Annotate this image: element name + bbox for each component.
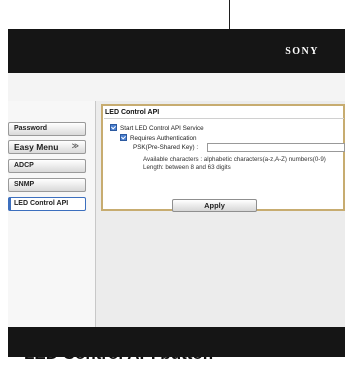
sidebar: Password Easy Menu ≫ ADCP SNMP LED Contr… <box>8 101 96 327</box>
start-service-checkbox[interactable] <box>110 124 117 131</box>
sidebar-item-password[interactable]: Password <box>8 122 86 136</box>
start-service-row: Start LED Control API Service <box>110 123 204 132</box>
psk-label: PSK(Pre-Shared Key) : <box>133 144 199 151</box>
start-service-label: Start LED Control API Service <box>120 125 204 132</box>
sidebar-item-led-control-api[interactable]: LED Control API <box>8 197 86 211</box>
sidebar-item-label: SNMP <box>14 181 35 188</box>
psk-input[interactable] <box>207 143 345 152</box>
browser-screen: SONY Password Easy Menu ≫ ADCP SNMP LED … <box>8 29 345 357</box>
sidebar-item-label: Easy Menu <box>14 142 59 152</box>
header-spacer <box>8 73 345 101</box>
chevron-double-icon: ≫ <box>71 143 79 150</box>
content-area: Password Easy Menu ≫ ADCP SNMP LED Contr… <box>8 101 345 327</box>
footer-bar <box>8 327 345 357</box>
length-note: Length: between 8 and 63 digits <box>143 164 231 171</box>
sidebar-item-snmp[interactable]: SNMP <box>8 178 86 192</box>
sidebar-item-adcp[interactable]: ADCP <box>8 159 86 173</box>
apply-button[interactable]: Apply <box>172 199 257 212</box>
available-characters-note: Available characters : alphabetic charac… <box>143 156 326 163</box>
panel-title: LED Control API <box>105 109 160 116</box>
requires-auth-checkbox[interactable] <box>120 134 127 141</box>
requires-auth-row: Requires Authentication <box>120 133 197 142</box>
header-bar: SONY <box>8 29 345 73</box>
panel-divider <box>104 118 344 119</box>
led-control-api-panel: LED Control API Start LED Control API Se… <box>101 104 345 211</box>
sidebar-item-easy-menu[interactable]: Easy Menu ≫ <box>8 140 86 154</box>
sony-logo: SONY <box>285 46 319 57</box>
sidebar-item-label: ADCP <box>14 162 34 169</box>
requires-auth-label: Requires Authentication <box>130 135 197 142</box>
sidebar-item-label: Password <box>14 125 48 132</box>
sidebar-item-label: LED Control API <box>14 200 69 207</box>
